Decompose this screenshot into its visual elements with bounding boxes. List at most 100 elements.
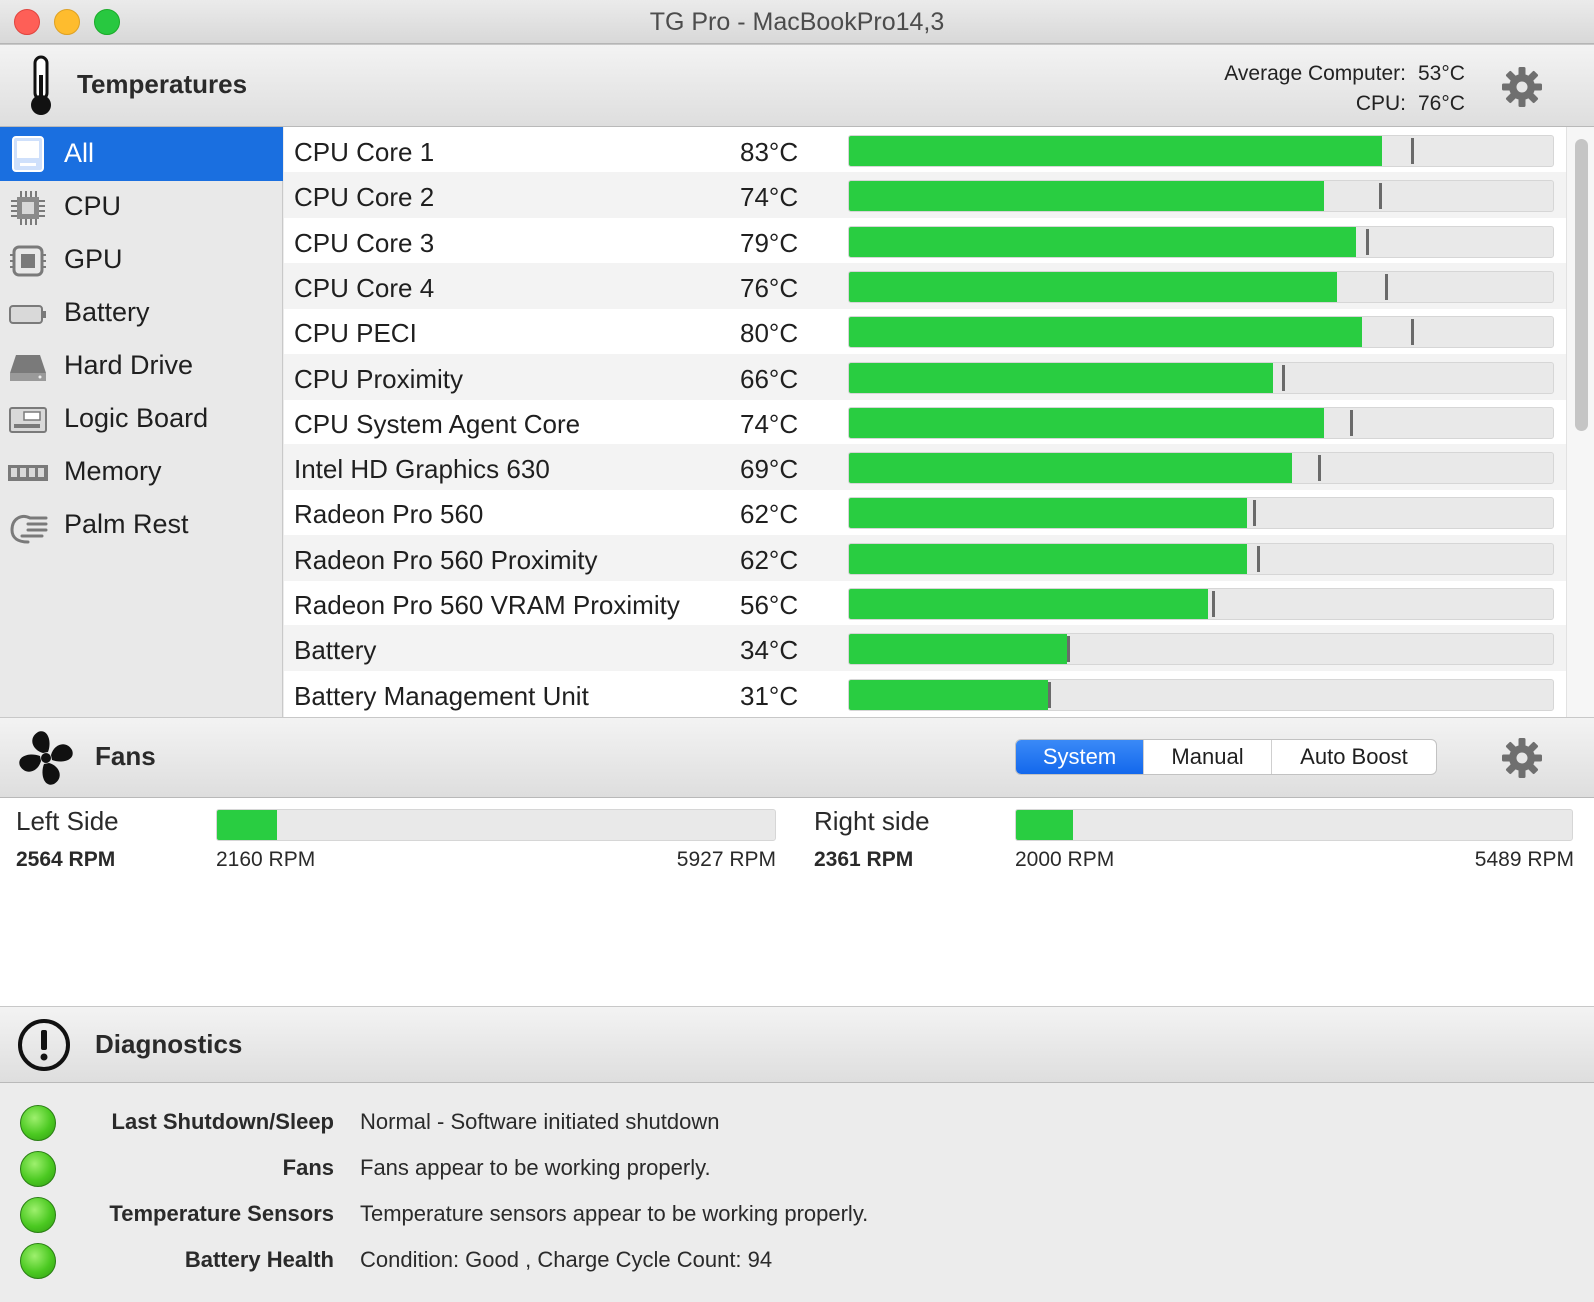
sensor-row[interactable]: Radeon Pro 560 VRAM Proximity 56°C: [284, 580, 1566, 626]
diagnostics-title: Diagnostics: [95, 1029, 243, 1059]
sidebar-item-gpu[interactable]: GPU: [0, 233, 283, 287]
sensor-temperature: 31°C: [740, 680, 799, 711]
sensor-temperature-fill: [849, 634, 1067, 665]
title-bar: TG Pro - MacBookPro14,3: [0, 0, 1594, 44]
sidebar-item-memory[interactable]: Memory: [0, 445, 283, 499]
logic-board-icon: [9, 407, 47, 433]
sensor-row[interactable]: Battery Management Unit 31°C: [284, 671, 1566, 717]
sensor-max-marker: [1212, 591, 1215, 617]
sensor-row[interactable]: Radeon Pro 560 Proximity 62°C: [284, 534, 1566, 581]
fans-header: Fans System Manual Auto Boost: [0, 717, 1594, 798]
sensor-temperature-bar: [848, 180, 1554, 213]
sidebar-item-label: Hard Drive: [64, 350, 194, 380]
diagnostic-value: Temperature sensors appear to be working…: [360, 1201, 869, 1226]
sidebar-item-hard-drive[interactable]: Hard Drive: [0, 339, 283, 393]
sensor-temperature-fill: [849, 498, 1247, 529]
diagnostic-key: Last Shutdown/Sleep: [111, 1109, 334, 1134]
temperature-summary: Average Computer: 53°C CPU: 76°C: [1224, 59, 1468, 119]
temperatures-settings-gear-icon[interactable]: [1500, 65, 1544, 109]
sensor-temperature: 62°C: [740, 544, 799, 575]
left-fan-speed-fill: [217, 810, 278, 840]
sensor-temperature: 62°C: [740, 499, 799, 530]
diagnostic-row-last-shutdown: Last Shutdown/Sleep Normal - Software in…: [0, 1099, 1594, 1145]
fan-mode-auto-boost-button[interactable]: Auto Boost: [1272, 740, 1436, 774]
status-ok-indicator-icon: [20, 1243, 56, 1279]
sensor-max-marker: [1411, 138, 1414, 164]
sensor-row[interactable]: CPU Core 2 74°C: [284, 172, 1566, 219]
sidebar-item-all[interactable]: All: [0, 127, 283, 181]
diagnostic-value: Normal - Software initiated shutdown: [360, 1109, 720, 1134]
diagnostic-row-fans: Fans Fans appear to be working properly.: [0, 1145, 1594, 1191]
sensor-temperature-fill: [849, 543, 1247, 574]
sensor-temperature-bar: [848, 497, 1554, 530]
sensor-temperature: 66°C: [740, 363, 799, 394]
average-computer-label: Average Computer:: [1224, 62, 1406, 85]
sensor-name: CPU Proximity: [294, 363, 464, 394]
sensor-temperature-bar: [848, 361, 1554, 394]
diagnostics-panel: Last Shutdown/Sleep Normal - Software in…: [0, 1083, 1594, 1302]
sensor-name: Battery Management Unit: [294, 680, 589, 711]
sensor-temperature-bar: [848, 406, 1554, 439]
diagnostic-value: Condition: Good , Charge Cycle Count: 94: [360, 1247, 773, 1272]
right-fan-min-rpm: 2000 RPM: [1015, 848, 1115, 871]
diagnostic-row-temperature-sensors: Temperature Sensors Temperature sensors …: [0, 1191, 1594, 1237]
status-ok-indicator-icon: [20, 1105, 56, 1141]
sidebar-item-cpu[interactable]: CPU: [0, 180, 283, 234]
sidebar-item-label: All: [64, 138, 95, 168]
right-fan-speed-fill: [1016, 810, 1074, 840]
sensor-temperature-bar: [848, 225, 1554, 258]
sensor-row[interactable]: CPU Core 3 79°C: [284, 218, 1566, 264]
temperatures-header: Temperatures Average Computer: 53°C CPU: 7…: [0, 44, 1594, 127]
sensor-temperature-fill: [849, 679, 1048, 710]
sensor-name: CPU PECI: [294, 318, 417, 349]
fan-mode-system-button[interactable]: System: [1016, 740, 1144, 774]
hard-drive-icon: [10, 355, 46, 381]
diagnostic-key: Temperature Sensors: [109, 1201, 334, 1226]
sensor-temperature-bar: [848, 452, 1554, 485]
sensor-temperature: 56°C: [740, 590, 799, 620]
sidebar-item-label: CPU: [64, 191, 122, 221]
sensor-row[interactable]: Intel HD Graphics 630 69°C: [284, 444, 1566, 491]
sensor-temperature-fill: [849, 271, 1337, 302]
thermometer-icon: [31, 55, 51, 115]
sensor-name: Intel HD Graphics 630: [294, 454, 550, 485]
scrollbar-thumb[interactable]: [1575, 139, 1588, 431]
sensor-temperature-fill: [849, 589, 1208, 619]
right-fan-max-rpm: 5489 RPM: [1474, 848, 1574, 871]
sensor-row[interactable]: CPU Core 1 83°C: [284, 127, 1566, 173]
sensor-max-marker: [1067, 636, 1070, 663]
sensor-name: CPU Core 1: [294, 137, 435, 167]
sidebar-item-battery[interactable]: Battery: [0, 286, 283, 340]
sensor-row[interactable]: CPU Proximity 66°C: [284, 353, 1566, 400]
right-fan-rpm: 2361 RPM: [814, 848, 914, 871]
sensor-row[interactable]: CPU System Agent Core 74°C: [284, 399, 1566, 445]
status-ok-indicator-icon: [20, 1151, 56, 1187]
sensor-temperature-bar: [848, 633, 1554, 666]
average-computer-value: 53°C: [1418, 62, 1465, 85]
sensor-max-marker: [1350, 409, 1353, 436]
sensor-max-marker: [1257, 545, 1260, 572]
sensor-temperature-fill: [849, 181, 1324, 212]
temperatures-title: Temperatures: [77, 69, 248, 99]
sensor-temperature-fill: [849, 362, 1273, 393]
sensor-row[interactable]: Battery 34°C: [284, 625, 1566, 672]
diagnostics-header: Diagnostics: [0, 1006, 1594, 1083]
sidebar-item-logic-board[interactable]: Logic Board: [0, 392, 283, 446]
sensor-row[interactable]: CPU Core 4 76°C: [284, 262, 1566, 309]
window-title: TG Pro - MacBookPro14,3: [649, 8, 945, 36]
sensor-list: CPU Core 1 83°C CPU Core 2 74°C CPU Core 3 79…: [284, 127, 1566, 717]
sensor-max-marker: [1385, 273, 1388, 300]
sensor-name: CPU System Agent Core: [294, 408, 581, 439]
sensor-row[interactable]: Radeon Pro 560 62°C: [284, 489, 1566, 535]
sensor-row[interactable]: CPU PECI 80°C: [284, 308, 1566, 354]
battery-icon: [9, 305, 46, 324]
fan-mode-manual-button[interactable]: Manual: [1144, 740, 1272, 774]
sidebar-item-label: Memory: [64, 456, 162, 486]
sensor-list-scrollbar[interactable]: [1566, 127, 1594, 717]
fans-settings-gear-icon[interactable]: [1500, 736, 1544, 780]
sidebar-item-palm-rest[interactable]: Palm Rest: [0, 498, 283, 552]
sensor-temperature-bar: [848, 588, 1554, 620]
sensor-name: Battery: [294, 635, 377, 666]
palm-rest-icon: [10, 515, 48, 544]
sensor-max-marker: [1411, 319, 1414, 346]
